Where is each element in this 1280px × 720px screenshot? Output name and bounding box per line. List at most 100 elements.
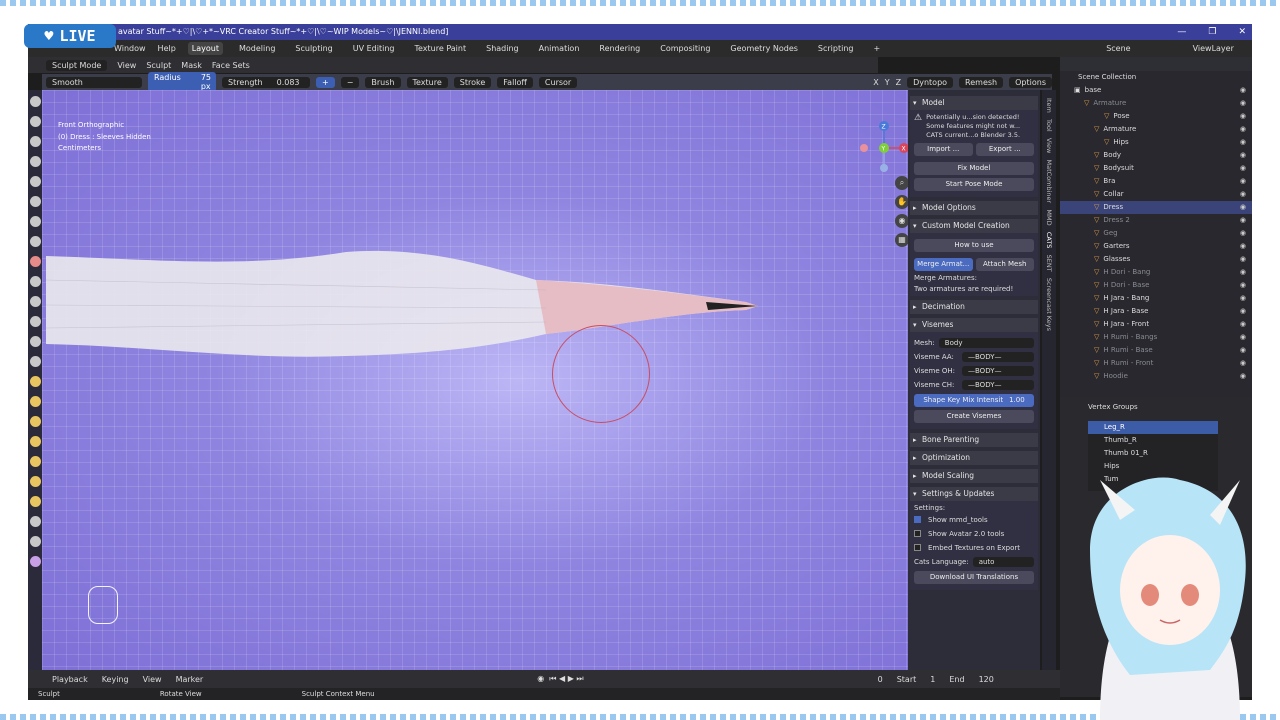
- tab-sent[interactable]: SENT: [1045, 255, 1053, 272]
- visibility-eye-icon[interactable]: ◉: [1240, 175, 1246, 188]
- visibility-eye-icon[interactable]: ◉: [1240, 266, 1246, 279]
- transform-tool-icon[interactable]: [29, 556, 41, 567]
- visibility-eye-icon[interactable]: ◉: [1240, 136, 1246, 149]
- navigation-gizmo[interactable]: Z X Y: [854, 120, 908, 180]
- menu-mask[interactable]: Mask: [181, 61, 202, 70]
- outliner-row[interactable]: ▽ Collar ◉: [1060, 188, 1252, 201]
- shape-key-mix-slider[interactable]: Shape Key Mix Intensit 1.00: [914, 394, 1034, 407]
- show-avatar-tools-option[interactable]: Show Avatar 2.0 tools: [914, 527, 1034, 540]
- tab-geometry-nodes[interactable]: Geometry Nodes: [726, 42, 801, 55]
- tab-animation[interactable]: Animation: [535, 42, 584, 55]
- mode-selector[interactable]: Sculpt Mode: [46, 59, 108, 71]
- visibility-eye-icon[interactable]: ◉: [1240, 162, 1246, 175]
- tab-tool[interactable]: Tool: [1045, 119, 1053, 132]
- end-frame-field[interactable]: 120: [979, 675, 994, 684]
- visibility-eye-icon[interactable]: ◉: [1240, 305, 1246, 318]
- optimization-header[interactable]: Optimization: [910, 451, 1038, 465]
- rotate-brush-icon[interactable]: [29, 496, 41, 507]
- dress-sleeve-mesh[interactable]: [46, 250, 786, 370]
- texture-menu[interactable]: Texture: [406, 76, 448, 88]
- visibility-eye-icon[interactable]: ◉: [1240, 110, 1246, 123]
- visibility-eye-icon[interactable]: ◉: [1240, 84, 1246, 97]
- snake-hook-brush-icon[interactable]: [29, 416, 41, 427]
- outliner-row[interactable]: ▽ Bra ◉: [1060, 175, 1252, 188]
- blob-brush-icon[interactable]: [29, 216, 41, 227]
- pinch-brush-icon[interactable]: [29, 356, 41, 367]
- cursor-menu[interactable]: Cursor: [538, 76, 578, 88]
- tab-texture-paint[interactable]: Texture Paint: [410, 42, 470, 55]
- outliner-row[interactable]: ▽ H Dori - Base ◉: [1060, 279, 1252, 292]
- merge-armatures-tab[interactable]: Merge Armat...: [914, 258, 973, 271]
- scene-selector[interactable]: Scene: [1106, 44, 1130, 53]
- how-to-use-button[interactable]: How to use: [914, 239, 1034, 252]
- tab-cats[interactable]: CATS: [1045, 232, 1053, 249]
- create-visemes-button[interactable]: Create Visemes: [914, 410, 1034, 423]
- tab-mmd[interactable]: MMD: [1045, 209, 1053, 225]
- box-mask-icon[interactable]: [29, 536, 41, 547]
- visibility-eye-icon[interactable]: ◉: [1240, 318, 1246, 331]
- clay-strips-brush-icon[interactable]: [29, 156, 41, 167]
- visibility-eye-icon[interactable]: ◉: [1240, 188, 1246, 201]
- remesh-menu[interactable]: Remesh: [959, 76, 1004, 88]
- menu-view[interactable]: View: [117, 61, 136, 70]
- download-translations-button[interactable]: Download UI Translations: [914, 571, 1034, 584]
- tab-screencast-keys[interactable]: Screencast Keys: [1045, 278, 1053, 331]
- outliner-row[interactable]: ▽ Hoodie ◉: [1060, 370, 1252, 383]
- tab-modeling[interactable]: Modeling: [235, 42, 279, 55]
- visibility-eye-icon[interactable]: ◉: [1240, 292, 1246, 305]
- keying-menu[interactable]: Keying: [102, 675, 129, 684]
- minimize-icon[interactable]: —: [1177, 24, 1186, 40]
- pan-icon[interactable]: ✋: [895, 195, 908, 209]
- outliner-row[interactable]: ▽ H Jara - Base ◉: [1060, 305, 1252, 318]
- outliner-row[interactable]: ▽ Armature ◉: [1060, 97, 1252, 110]
- tab-layout[interactable]: Layout: [187, 42, 223, 55]
- embed-textures-option[interactable]: Embed Textures on Export: [914, 541, 1034, 554]
- export-button[interactable]: Export ...: [975, 143, 1034, 156]
- viseme-mesh-selector[interactable]: Body: [938, 337, 1034, 348]
- mirror-x-toggle[interactable]: X: [873, 78, 878, 87]
- options-menu[interactable]: Options: [1009, 76, 1052, 88]
- strength-field[interactable]: Strength 0.083: [222, 76, 310, 88]
- outliner-row[interactable]: ▽ Pose ◉: [1060, 110, 1252, 123]
- stroke-menu[interactable]: Stroke: [453, 76, 492, 88]
- tab-shading[interactable]: Shading: [482, 42, 523, 55]
- current-frame-field[interactable]: 0: [878, 675, 883, 684]
- camera-view-icon[interactable]: ◉: [895, 214, 908, 228]
- brush-selector[interactable]: Smooth: [46, 76, 142, 88]
- checkbox-icon[interactable]: [914, 544, 921, 551]
- radius-field[interactable]: Radius 75 px: [148, 72, 216, 92]
- show-mmd-tools-option[interactable]: Show mmd_tools: [914, 513, 1034, 526]
- flatten-brush-icon[interactable]: [29, 276, 41, 287]
- pose-brush-icon[interactable]: [29, 456, 41, 467]
- layer-brush-icon[interactable]: [29, 176, 41, 187]
- viseme-aa-selector[interactable]: —BODY—: [962, 351, 1034, 362]
- visibility-eye-icon[interactable]: ◉: [1240, 227, 1246, 240]
- settings-updates-header[interactable]: Settings & Updates: [910, 487, 1038, 501]
- outliner-row[interactable]: ▽ Dress 2 ◉: [1060, 214, 1252, 227]
- playback-menu[interactable]: Playback: [52, 675, 88, 684]
- mirror-y-toggle[interactable]: Y: [885, 78, 890, 87]
- scrape-brush-icon[interactable]: [29, 316, 41, 327]
- viseme-ch-selector[interactable]: —BODY—: [962, 379, 1034, 390]
- import-button[interactable]: Import ...: [914, 143, 973, 156]
- visibility-eye-icon[interactable]: ◉: [1240, 357, 1246, 370]
- visibility-eye-icon[interactable]: ◉: [1240, 123, 1246, 136]
- tab-uv-editing[interactable]: UV Editing: [349, 42, 399, 55]
- model-options-header[interactable]: Model Options: [910, 201, 1038, 215]
- cats-language-selector[interactable]: auto: [972, 556, 1034, 567]
- menu-window[interactable]: Window: [114, 44, 146, 53]
- timeline-view-menu[interactable]: View: [143, 675, 162, 684]
- tab-matcombiner[interactable]: MatCombiner: [1045, 159, 1053, 203]
- visibility-eye-icon[interactable]: ◉: [1240, 370, 1246, 383]
- outliner-row[interactable]: ▣ base ◉: [1060, 84, 1252, 97]
- mask-brush-icon[interactable]: [29, 516, 41, 527]
- close-icon[interactable]: ✕: [1238, 24, 1246, 40]
- visibility-eye-icon[interactable]: ◉: [1240, 97, 1246, 110]
- playback-controls[interactable]: ◉ ⏮ ◀ ▶ ⏭: [537, 674, 583, 684]
- nudge-brush-icon[interactable]: [29, 476, 41, 487]
- crease-brush-icon[interactable]: [29, 236, 41, 247]
- visibility-eye-icon[interactable]: ◉: [1240, 240, 1246, 253]
- ortho-toggle-icon[interactable]: ▦: [895, 233, 908, 247]
- outliner-row[interactable]: ▽ H Rumi - Bangs ◉: [1060, 331, 1252, 344]
- brush-menu[interactable]: Brush: [365, 76, 401, 88]
